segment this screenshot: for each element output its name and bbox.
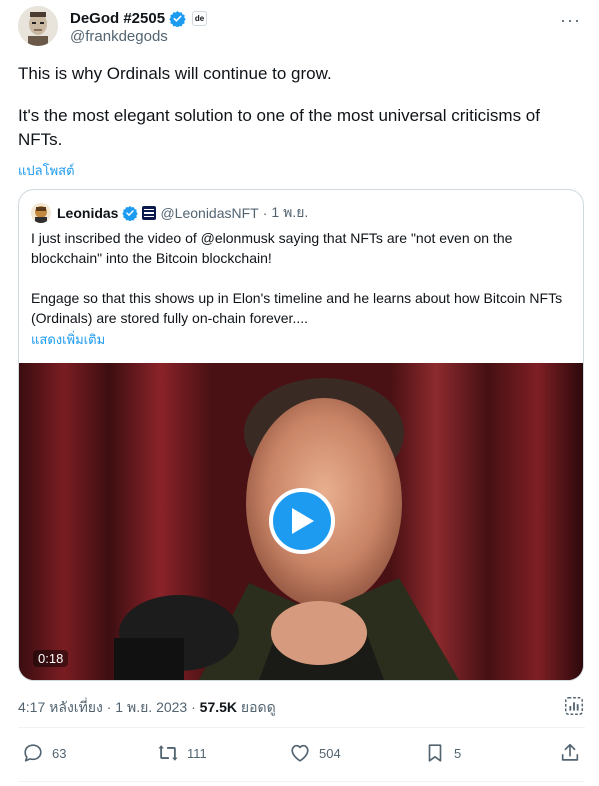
like-count: 504 [319,745,341,761]
quoted-date[interactable]: 1 พ.ย. [271,202,308,224]
author-avatar[interactable] [18,6,58,46]
separator-dot: · [262,205,268,221]
bookmark-button[interactable]: 5 [424,742,461,764]
video-player[interactable]: 0:18 [19,363,583,680]
quoted-tweet[interactable]: Leonidas @LeonidasNFT · 1 พ.ย. I just in… [18,189,584,681]
tweet-paragraph-1: This is why Ordinals will continue to gr… [18,64,332,83]
bookmark-icon [428,744,442,762]
reply-icon [24,744,42,762]
show-more-link[interactable]: แสดงเพิ่มเติม [31,329,105,350]
quoted-author-avatar[interactable] [31,203,51,223]
action-bar: 63 111 504 5 [18,742,584,774]
more-options-icon[interactable]: ··· [560,10,581,31]
quoted-handle[interactable]: @LeonidasNFT [160,205,258,221]
divider [18,727,585,728]
affiliate-badge-icon[interactable] [142,206,157,220]
like-button[interactable]: 504 [289,742,341,764]
separator-dot: · [106,699,112,715]
repost-icon [158,745,178,761]
author-display-name[interactable]: DeGod #2505 [70,10,165,27]
repost-count: 111 [187,745,207,761]
heart-icon [291,744,309,762]
author-handle[interactable]: @frankdegods [70,28,168,45]
play-button[interactable] [269,488,335,554]
tweet-paragraph-2: It's the most elegant solution to one of… [18,106,540,149]
quoted-tweet-header: Leonidas @LeonidasNFT · 1 พ.ย. [31,202,308,224]
tweet-date[interactable]: 1 พ.ย. 2023 [115,699,187,715]
play-icon [292,508,314,534]
reply-button[interactable]: 63 [22,742,66,764]
affiliate-badge[interactable]: de [192,11,208,26]
views-count: 57.5K [199,699,238,715]
video-duration: 0:18 [33,650,69,667]
translate-post-link[interactable]: แปลโพสต์ [18,160,75,181]
verified-badge-icon [169,11,186,27]
share-icon [561,743,579,761]
separator-dot: · [191,699,196,715]
share-button[interactable] [559,742,581,764]
verified-badge-icon [122,206,139,221]
reply-count: 63 [52,745,67,761]
quoted-text: I just inscribed the video of @elonmusk … [31,228,571,328]
repost-button[interactable]: 111 [157,742,207,764]
tweet-meta: 4:17 หลังเที่ยง · 1 พ.ย. 2023 · 57.5K ยอ… [18,697,276,719]
bookmark-count: 5 [454,745,462,761]
tweet-header: DeGod #2505 de @frankdegods ··· [18,6,585,50]
views-label: ยอดดู [240,699,276,715]
quoted-paragraph-2: Engage so that this shows up in Elon's t… [31,290,563,326]
quoted-paragraph-1: I just inscribed the video of @elonmusk … [31,230,513,266]
tweet-time[interactable]: 4:17 หลังเที่ยง [18,699,103,715]
divider [18,781,585,782]
tweet-text: This is why Ordinals will continue to gr… [18,62,580,152]
quoted-display-name[interactable]: Leonidas [57,205,118,221]
analytics-icon[interactable] [563,695,585,717]
